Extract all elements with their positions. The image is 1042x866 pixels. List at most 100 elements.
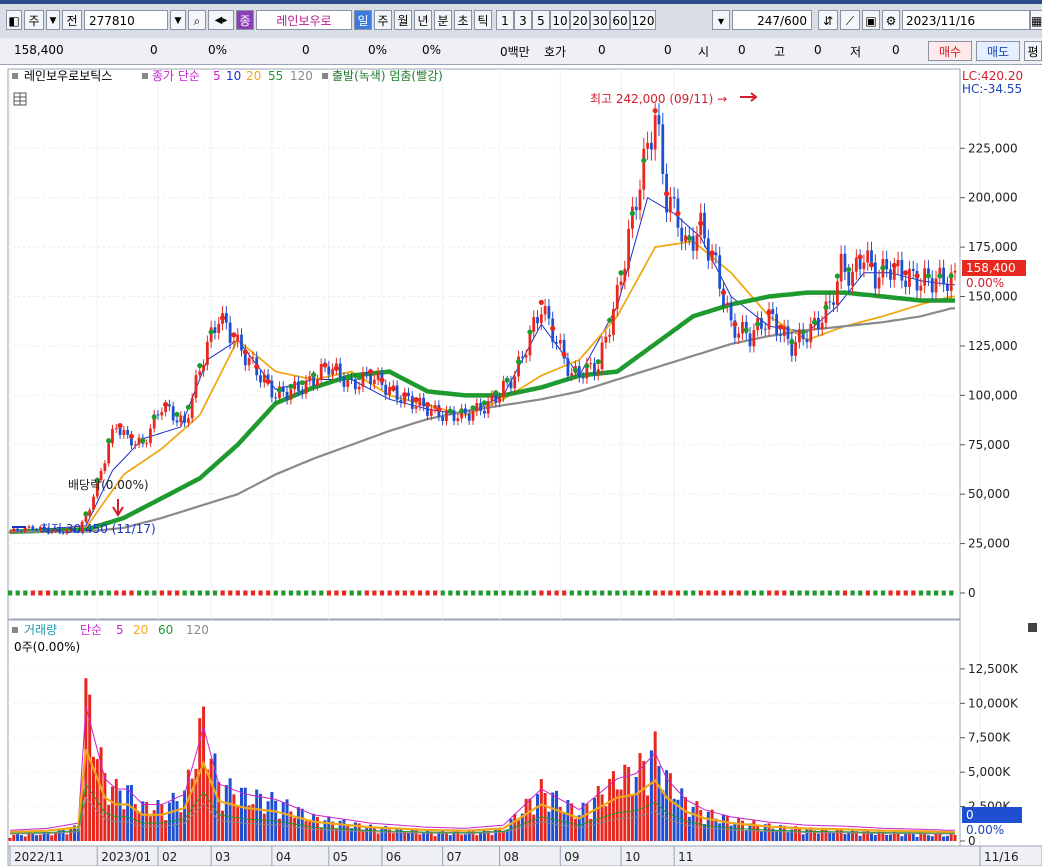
sell-button[interactable]: 매도 (976, 41, 1020, 61)
gear-icon[interactable]: ⚙ (882, 10, 900, 30)
volume-bar (240, 787, 244, 841)
volume-title[interactable]: 거래량 (24, 623, 57, 637)
interval-button[interactable]: 5 (532, 10, 550, 30)
volume-value: 0주(0.00%) (14, 640, 80, 654)
chart-canvas[interactable]: 225,000 200,000 175,000 150,000 125,000 100,0… (0, 65, 1042, 866)
signal-dot (379, 377, 385, 383)
interval-button[interactable]: 60 (610, 10, 630, 30)
volume-bar (255, 789, 259, 841)
volume-bar (945, 835, 949, 841)
candle-body (414, 405, 418, 409)
period-tab[interactable]: 주 (374, 10, 392, 30)
volume-bar (490, 834, 494, 841)
volume-bar (266, 801, 270, 841)
buy-button[interactable]: 매수 (928, 41, 972, 61)
pane-close-icon[interactable] (1028, 623, 1037, 632)
volume-bar (19, 835, 23, 841)
interval-button[interactable]: 1 (496, 10, 514, 30)
candle-body (851, 271, 854, 286)
volume-bar (934, 833, 938, 841)
volume-bar (942, 836, 946, 841)
stock-code-input[interactable]: 277810 (84, 10, 168, 30)
volume-bar (27, 833, 31, 841)
jong-badge[interactable]: 종 (236, 10, 254, 30)
dropdown-icon[interactable]: ▾ (712, 10, 730, 30)
search-icon[interactable]: ⌕ (188, 10, 206, 30)
signal-dot (823, 304, 829, 310)
signal-band-segment (212, 590, 218, 596)
volume-bar (183, 790, 187, 841)
period-tab[interactable]: 년 (414, 10, 432, 30)
date-field[interactable]: 2023/11/16 (902, 10, 1030, 30)
interval-button[interactable]: 120 (630, 10, 656, 30)
candle-body (179, 415, 183, 423)
candle-body (111, 428, 114, 444)
layout-icon[interactable]: ◧ (6, 10, 22, 30)
candle-body (418, 397, 422, 406)
legend-ma20: 20 (246, 69, 261, 83)
time-tick-label: 11/16 (984, 850, 1019, 864)
signal-band-segment (273, 590, 278, 596)
signal-dot (390, 385, 396, 392)
signal-band-segment (729, 590, 734, 596)
signal-dot (163, 401, 169, 408)
legend-stock-name[interactable]: 레인보우로보틱스 (24, 69, 112, 83)
candle-body (501, 381, 505, 398)
time-tick-label: 07 (447, 850, 462, 864)
signal-band-segment (546, 590, 552, 596)
interval-button[interactable]: 10 (550, 10, 570, 30)
period-tab[interactable]: 분 (434, 10, 452, 30)
volume-bar (706, 811, 710, 841)
candle-body (680, 227, 684, 242)
calendar-icon[interactable]: ▦ (1030, 10, 1042, 30)
trend-tool-icon[interactable]: ⟋ (840, 10, 860, 30)
volume-bar (57, 828, 61, 841)
candle-body (608, 334, 612, 337)
candle-body (657, 115, 661, 125)
chevron-down-icon[interactable]: ▼ (46, 10, 60, 30)
candle-body (877, 277, 881, 289)
save-icon[interactable]: ▣ (862, 10, 880, 30)
signal-band-segment (61, 590, 66, 596)
volume-bar (103, 773, 107, 841)
signal-band-segment (417, 590, 423, 596)
volume-bar (714, 818, 718, 841)
signal-dot (629, 210, 636, 217)
candle-body (729, 302, 733, 321)
period-main-select[interactable]: 주 (24, 10, 44, 30)
signal-dot (151, 414, 157, 420)
candle-body (684, 235, 687, 242)
volume-bar (904, 833, 908, 841)
more-button[interactable]: 평 (1024, 41, 1042, 61)
candle-body (270, 380, 274, 398)
chart-type-icon[interactable]: ⇵ (818, 10, 838, 30)
interval-button[interactable]: 20 (570, 10, 590, 30)
period-tab[interactable]: 일 (354, 10, 372, 30)
candle-body (946, 284, 949, 291)
candle-body (691, 236, 695, 251)
signal-band-segment (820, 590, 825, 596)
stock-name-field[interactable]: 레인보우로 (256, 10, 352, 30)
volume-bar (110, 786, 114, 841)
volume-bar (23, 836, 27, 841)
candle-body (809, 323, 813, 343)
prev-stock-icon[interactable]: ◀▸ (208, 10, 234, 30)
signal-dot (402, 392, 408, 398)
interval-button[interactable]: 30 (590, 10, 610, 30)
interval-button[interactable]: 3 (514, 10, 532, 30)
signal-dot (607, 317, 613, 323)
volume-bar (315, 816, 319, 841)
period-tab[interactable]: 초 (454, 10, 472, 30)
signal-band-segment (835, 590, 840, 596)
jeon-button[interactable]: 전 (62, 10, 82, 30)
volume-bar (710, 809, 714, 841)
period-tab[interactable]: 월 (394, 10, 412, 30)
signal-band-segment (911, 590, 916, 596)
count-field[interactable]: 247/600 (732, 10, 812, 30)
signal-dot (367, 368, 374, 375)
code-dropdown-icon[interactable]: ▼ (170, 10, 186, 30)
period-tab[interactable]: 틱 (474, 10, 492, 30)
time-tick-label: 11 (678, 850, 693, 864)
volume-value: 0 (302, 43, 310, 57)
chart-area[interactable]: 225,000 200,000 175,000 150,000 125,000 100,0… (0, 65, 1042, 866)
